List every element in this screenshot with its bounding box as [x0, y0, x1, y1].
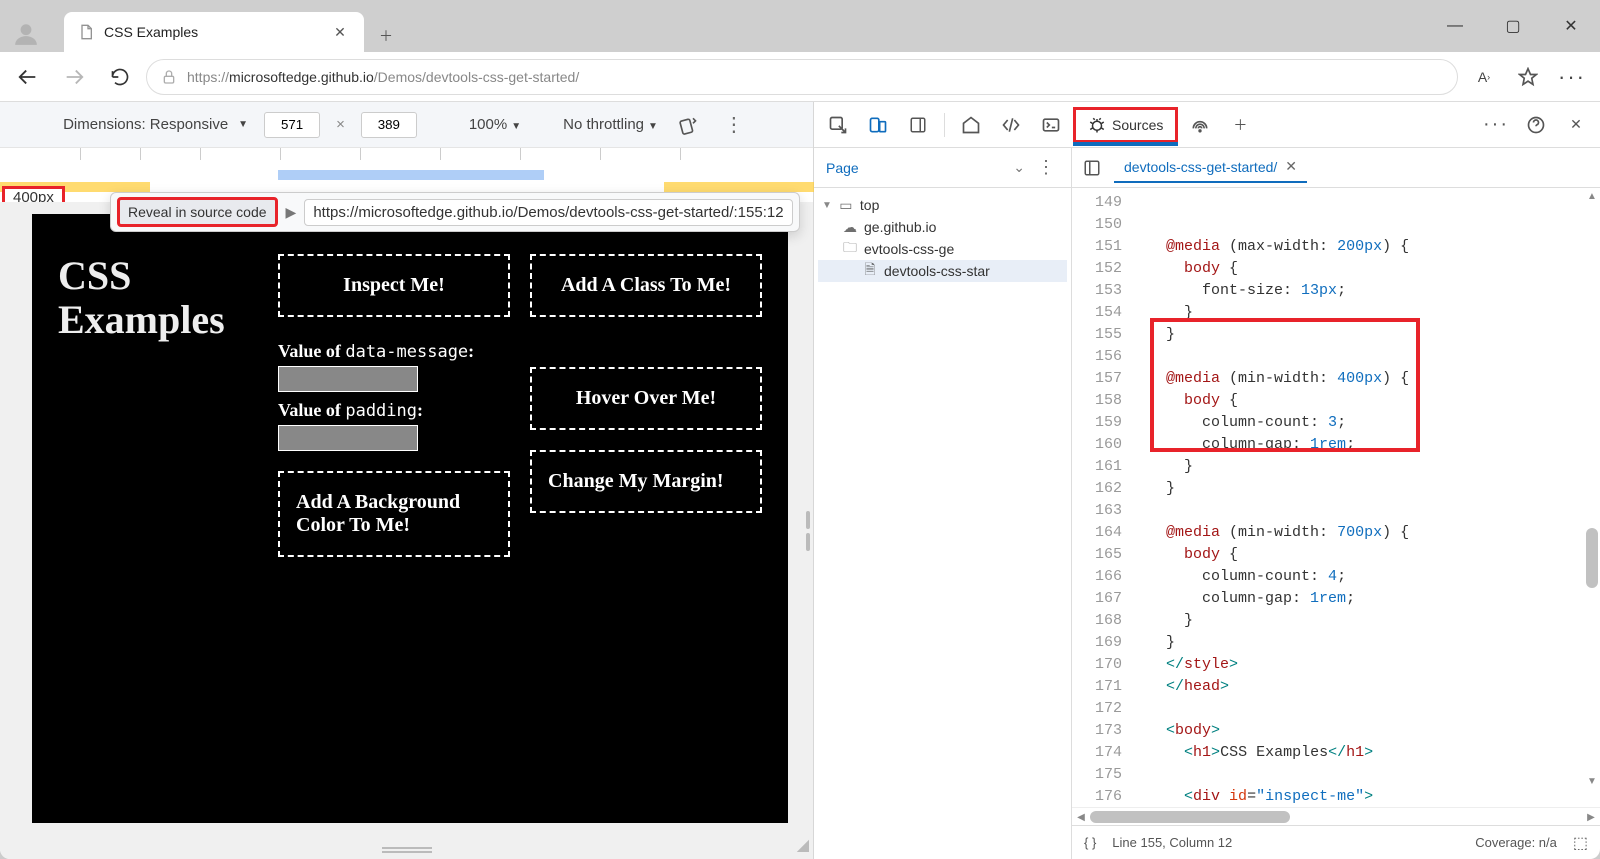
- device-toggle-button[interactable]: [860, 107, 896, 143]
- page-icon: [78, 24, 94, 40]
- window-controls: ― ▢ ✕: [1426, 0, 1600, 52]
- source-location-link[interactable]: https://microsoftedge.github.io/Demos/de…: [304, 199, 792, 226]
- tree-folder[interactable]: evtools-css-ge: [864, 241, 954, 257]
- dimensions-separator: ×: [336, 116, 345, 133]
- browser-toolbar: https://microsoftedge.github.io/Demos/de…: [0, 52, 1600, 102]
- navigator-more-button[interactable]: ⋮: [1033, 157, 1059, 178]
- code-editor-pane: devtools-css-get-started/ ✕ 149 150 151 …: [1072, 148, 1600, 859]
- device-emulation-pane: Dimensions: Responsive × 100% No throttl…: [0, 102, 814, 859]
- help-button[interactable]: [1518, 107, 1554, 143]
- read-aloud-button[interactable]: A›: [1464, 57, 1504, 97]
- navigator-page-tab[interactable]: Page: [826, 160, 859, 176]
- new-tab-button[interactable]: ＋: [1222, 107, 1258, 143]
- settings-menu-button[interactable]: ···: [1552, 57, 1592, 97]
- devtools-panel: Sources ＋ ··· ✕ Page ⌄ ⋮ ▼▭top ☁ge.githu…: [814, 102, 1600, 859]
- media-query-bar-max[interactable]: [278, 170, 544, 180]
- viewport-height-input[interactable]: [361, 112, 417, 138]
- file-tree[interactable]: ▼▭top ☁ge.github.io 🗀evtools-css-ge 🗎dev…: [814, 188, 1071, 288]
- folder-icon: 🗀: [842, 241, 858, 257]
- window-icon: ▭: [838, 197, 854, 213]
- welcome-tab-icon[interactable]: [953, 107, 989, 143]
- viewport-width-input[interactable]: [264, 112, 320, 138]
- inspect-me-box[interactable]: Inspect Me!: [278, 254, 510, 317]
- address-bar[interactable]: https://microsoftedge.github.io/Demos/de…: [146, 59, 1458, 95]
- sources-navigator: Page ⌄ ⋮ ▼▭top ☁ge.github.io 🗀evtools-cs…: [814, 148, 1072, 859]
- lock-icon: [161, 69, 177, 85]
- page-title: CSSExamples: [58, 254, 258, 342]
- emulated-viewport: CSSExamples Inspect Me! Value of data-me…: [32, 214, 788, 823]
- hover-box[interactable]: Hover Over Me!: [530, 367, 762, 430]
- vertical-scrollbar[interactable]: ▲▼: [1584, 188, 1600, 789]
- forward-button[interactable]: [54, 57, 94, 97]
- browser-tab[interactable]: CSS Examples ✕: [64, 12, 364, 52]
- viewport-resize-handle-bottom[interactable]: [382, 847, 432, 853]
- padding-input[interactable]: [278, 425, 418, 451]
- close-devtools-button[interactable]: ✕: [1558, 107, 1594, 143]
- device-more-button[interactable]: ⋮: [718, 112, 750, 137]
- reveal-popover: Reveal in source code ▶ https://microsof…: [110, 192, 800, 232]
- chevron-right-icon: ▶: [286, 204, 297, 221]
- close-file-tab-button[interactable]: ✕: [1285, 158, 1297, 175]
- window-titlebar: CSS Examples ✕ ＋ ― ▢ ✕: [0, 0, 1600, 52]
- toggle-navigator-button[interactable]: [1078, 154, 1106, 182]
- zoom-dropdown[interactable]: 100%: [469, 116, 521, 133]
- upload-icon[interactable]: ⬚: [1573, 833, 1588, 853]
- data-message-input[interactable]: [278, 366, 418, 392]
- tree-top[interactable]: top: [860, 197, 879, 213]
- horizontal-scrollbar[interactable]: ◀▶: [1072, 807, 1600, 825]
- line-gutter: 149 150 151 152 153 154 155 156 157 158 …: [1072, 188, 1130, 807]
- close-tab-button[interactable]: ✕: [330, 22, 350, 42]
- sources-tab[interactable]: Sources: [1073, 107, 1178, 143]
- media-query-ruler[interactable]: 400px Reveal in source code ▶ https://mi…: [0, 148, 813, 202]
- url-protocol: https://: [187, 69, 229, 85]
- editor-file-tab[interactable]: devtools-css-get-started/ ✕: [1114, 152, 1307, 183]
- reload-button[interactable]: [100, 57, 140, 97]
- url-path: /Demos/devtools-css-get-started/: [374, 69, 579, 85]
- network-tab-icon[interactable]: [1182, 107, 1218, 143]
- bug-icon: [1088, 116, 1106, 134]
- change-margin-box[interactable]: Change My Margin!: [530, 450, 762, 513]
- reveal-in-source-button[interactable]: Reveal in source code: [117, 197, 278, 227]
- pretty-print-button[interactable]: { }: [1084, 835, 1096, 850]
- coverage-status: Coverage: n/a: [1475, 835, 1557, 850]
- dock-side-button[interactable]: [900, 107, 936, 143]
- inspect-element-button[interactable]: [820, 107, 856, 143]
- tab-title: CSS Examples: [104, 24, 320, 40]
- maximize-button[interactable]: ▢: [1484, 0, 1542, 52]
- device-toolbar: Dimensions: Responsive × 100% No throttl…: [0, 102, 813, 148]
- elements-tab-icon[interactable]: [993, 107, 1029, 143]
- console-tab-icon[interactable]: [1033, 107, 1069, 143]
- devtools-more-button[interactable]: ···: [1478, 107, 1514, 143]
- throttling-dropdown[interactable]: No throttling: [563, 116, 658, 133]
- code-content[interactable]: @media (max-width: 200px) { body { font-…: [1130, 188, 1600, 807]
- add-class-box[interactable]: Add A Class To Me!: [530, 254, 762, 317]
- viewport-resize-handle-right[interactable]: [803, 511, 813, 551]
- favorite-button[interactable]: [1508, 57, 1548, 97]
- back-button[interactable]: [8, 57, 48, 97]
- url-host: microsoftedge.github.io: [229, 69, 374, 85]
- new-tab-button[interactable]: ＋: [370, 20, 402, 52]
- profile-avatar[interactable]: [8, 16, 44, 52]
- padding-label: Value of padding:: [278, 400, 510, 421]
- devtools-toolbar: Sources ＋ ··· ✕: [814, 102, 1600, 148]
- data-message-label: Value of data-message:: [278, 341, 510, 362]
- cloud-icon: ☁: [842, 219, 858, 235]
- code-editor[interactable]: 149 150 151 152 153 154 155 156 157 158 …: [1072, 188, 1600, 807]
- add-background-box[interactable]: Add A Background Color To Me!: [278, 471, 510, 557]
- rotate-button[interactable]: [674, 111, 702, 139]
- tree-domain[interactable]: ge.github.io: [864, 219, 936, 235]
- minimize-button[interactable]: ―: [1426, 0, 1484, 52]
- dimensions-dropdown[interactable]: Dimensions: Responsive: [63, 116, 248, 133]
- tree-file[interactable]: devtools-css-star: [884, 263, 990, 279]
- file-icon: 🗎: [862, 263, 878, 279]
- editor-statusbar: { } Line 155, Column 12 Coverage: n/a ⬚: [1072, 825, 1600, 859]
- close-window-button[interactable]: ✕: [1542, 0, 1600, 52]
- cursor-position: Line 155, Column 12: [1112, 835, 1232, 850]
- media-query-bar-min-700[interactable]: [664, 182, 814, 192]
- chevron-down-icon[interactable]: ⌄: [1013, 159, 1025, 176]
- viewport-resize-handle-corner[interactable]: ◢: [797, 835, 809, 855]
